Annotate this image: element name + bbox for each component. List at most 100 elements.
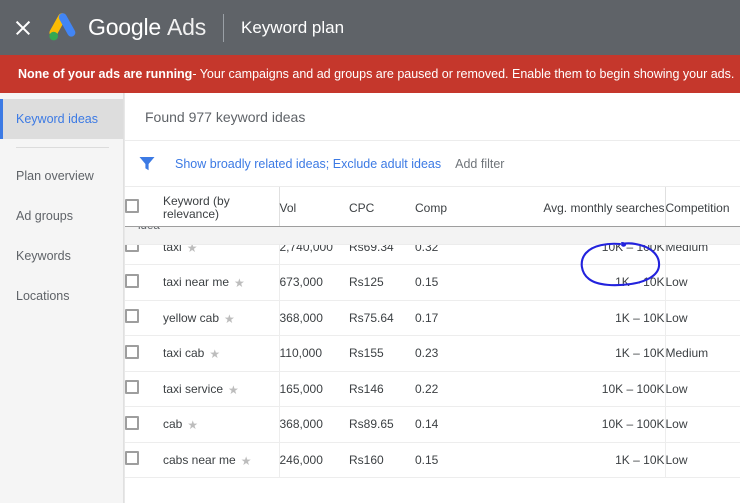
keyword-text: taxi near me	[163, 275, 230, 290]
cell-comp: 0.14	[415, 406, 525, 443]
sidebar-item-label: Keyword ideas	[16, 112, 98, 126]
table-row[interactable]: taxi cab ★ 110,000 Rs155 0.23 1K – 10K Me…	[125, 335, 740, 372]
keyword-text: yellow cab	[163, 310, 220, 325]
column-header-cpc[interactable]: CPC	[349, 187, 415, 230]
sidebar-item-locations[interactable]: Locations	[0, 276, 123, 316]
sidebar-divider	[16, 147, 109, 148]
cell-keyword: taxi cab ★	[163, 335, 280, 372]
favorite-star-icon[interactable]: ★	[187, 419, 198, 431]
sidebar-item-keywords[interactable]: Keywords	[0, 236, 123, 276]
cell-avg-monthly-searches: 10K – 100K	[525, 371, 666, 407]
sidebar-item-label: Keywords	[16, 249, 71, 263]
active-filters-label[interactable]: Show broadly related ideas; Exclude adul…	[175, 157, 441, 171]
sidebar-item-keyword-ideas[interactable]: Keyword ideas	[0, 99, 123, 139]
cell-comp: 0.22	[415, 371, 525, 407]
brand-ads-text: Ads	[166, 14, 207, 40]
ads-not-running-banner: None of your ads are running - Your camp…	[0, 55, 740, 93]
row-checkbox[interactable]	[125, 273, 139, 288]
table-row[interactable]: yellow cab ★ 368,000 Rs75.64 0.17 1K – 10…	[125, 300, 740, 336]
cell-keyword: taxi near me ★	[163, 264, 280, 301]
cell-vol: 673,000	[279, 264, 349, 301]
filter-bar: Show broadly related ideas; Exclude adul…	[125, 141, 740, 187]
keyword-ideas-panel: Found 977 keyword ideas Show broadly rel…	[124, 93, 740, 503]
cell-cpc: Rs155	[349, 335, 415, 372]
table-header: Keyword (by relevance) Vol CPC Comp Avg.…	[125, 187, 740, 230]
cell-competition: Low	[665, 300, 740, 336]
row-checkbox[interactable]	[125, 344, 139, 359]
cell-comp: 0.15	[415, 442, 525, 478]
favorite-star-icon[interactable]: ★	[224, 313, 235, 325]
row-checkbox[interactable]	[125, 451, 139, 466]
table-row[interactable]: cabs near me ★ 246,000 Rs160 0.15 1K – 10…	[125, 442, 740, 478]
cell-avg-monthly-searches: 1K – 10K	[525, 264, 666, 301]
row-select-cell	[125, 264, 163, 301]
cell-cpc: Rs125	[349, 264, 415, 301]
cell-keyword: taxi service ★	[163, 371, 280, 407]
sidebar-item-plan-overview[interactable]: Plan overview	[0, 156, 123, 196]
add-filter-button[interactable]: Add filter	[455, 157, 504, 171]
cell-cpc: Rs160	[349, 442, 415, 478]
row-select-cell	[125, 371, 163, 407]
sidebar-item-label: Locations	[16, 289, 70, 303]
keyword-text: cabs near me	[163, 452, 236, 467]
column-header-competition[interactable]: Competition	[665, 187, 740, 230]
page-title: Keyword plan	[241, 17, 345, 37]
brand-wordmark: Google Ads	[88, 14, 206, 41]
column-header-comp[interactable]: Comp	[415, 187, 525, 230]
banner-headline: None of your ads are running	[18, 67, 193, 81]
column-header-avg-monthly-searches[interactable]: Avg. monthly searches	[525, 187, 666, 230]
favorite-star-icon[interactable]: ★	[241, 455, 252, 467]
row-select-cell	[125, 335, 163, 372]
google-ads-logo-icon	[49, 12, 76, 40]
row-checkbox[interactable]	[125, 415, 139, 430]
cell-keyword: yellow cab ★	[163, 300, 280, 336]
cell-keyword: cabs near me ★	[163, 442, 280, 478]
row-select-cell	[125, 442, 163, 478]
cell-competition: Low	[665, 264, 740, 301]
sidebar-item-label: Plan overview	[16, 169, 94, 183]
cell-avg-monthly-searches: 1K – 10K	[525, 442, 666, 478]
keyword-text: taxi service	[163, 381, 224, 396]
cell-cpc: Rs146	[349, 371, 415, 407]
brand-google-text: Google	[88, 14, 161, 40]
table-header-row: Keyword (by relevance) Vol CPC Comp Avg.…	[125, 187, 740, 230]
row-checkbox[interactable]	[125, 380, 139, 395]
keyword-text: taxi cab	[163, 346, 205, 361]
cell-comp: 0.15	[415, 264, 525, 301]
top-app-bar: Google Ads Keyword plan	[0, 0, 740, 55]
close-icon[interactable]	[13, 18, 33, 38]
favorite-star-icon[interactable]: ★	[209, 348, 220, 360]
clipped-subheader-text: idea	[138, 226, 160, 232]
banner-detail: - Your campaigns and ad groups are pause…	[192, 67, 735, 81]
filter-funnel-icon[interactable]	[139, 156, 155, 171]
column-header-vol[interactable]: Vol	[279, 187, 349, 230]
cell-vol: 368,000	[279, 300, 349, 336]
cell-comp: 0.23	[415, 335, 525, 372]
cell-avg-monthly-searches: 1K – 10K	[525, 335, 666, 372]
select-all-header	[125, 187, 163, 230]
cell-vol: 110,000	[279, 335, 349, 372]
header-divider	[223, 13, 225, 42]
table-row[interactable]: taxi near me ★ 673,000 Rs125 0.15 1K – 10…	[125, 264, 740, 301]
sidebar-item-ad-groups[interactable]: Ad groups	[0, 196, 123, 236]
favorite-star-icon[interactable]: ★	[234, 277, 245, 289]
row-checkbox[interactable]	[125, 309, 139, 324]
cell-avg-monthly-searches: 1K – 10K	[525, 300, 666, 336]
body-area: Keyword ideas Plan overview Ad groups Ke…	[0, 93, 740, 503]
cell-competition: Medium	[665, 335, 740, 372]
cell-comp: 0.17	[415, 300, 525, 336]
cell-avg-monthly-searches: 10K – 100K	[525, 406, 666, 443]
table-row[interactable]: taxi service ★ 165,000 Rs146 0.22 10K – 1…	[125, 371, 740, 407]
cell-competition: Low	[665, 442, 740, 478]
cell-keyword: cab ★	[163, 406, 280, 443]
column-header-keyword[interactable]: Keyword (by relevance)	[163, 187, 280, 230]
table-row[interactable]: cab ★ 368,000 Rs89.65 0.14 10K – 100K Low	[125, 406, 740, 443]
sidebar-item-label: Ad groups	[16, 209, 73, 223]
favorite-star-icon[interactable]: ★	[228, 384, 239, 396]
clipped-subheader-band: idea	[125, 226, 740, 245]
cell-competition: Low	[665, 371, 740, 407]
cell-cpc: Rs75.64	[349, 300, 415, 336]
keyword-text: cab	[163, 417, 183, 432]
select-all-checkbox[interactable]	[125, 199, 139, 214]
cell-vol: 165,000	[279, 371, 349, 407]
